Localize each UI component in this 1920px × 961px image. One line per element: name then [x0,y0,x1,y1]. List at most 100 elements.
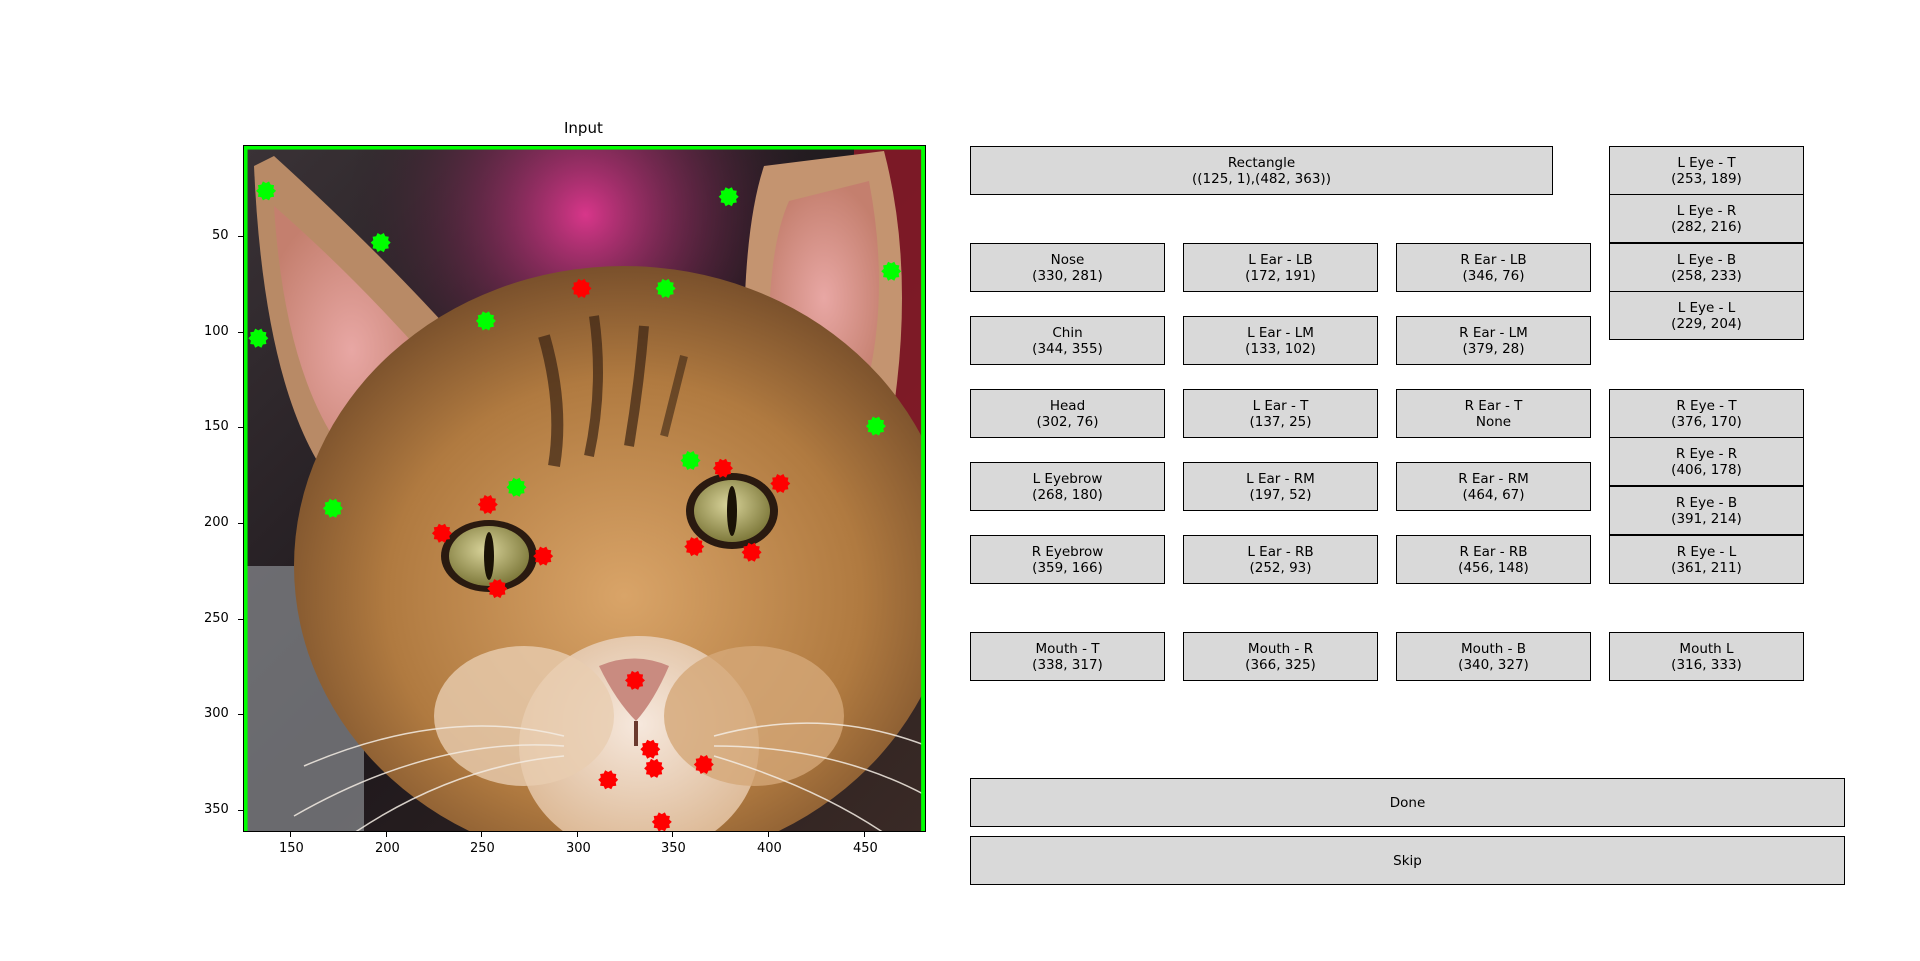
l-ear-rm-button[interactable]: L Ear - RM (197, 52) [1183,462,1378,511]
mouth-l-button[interactable]: Mouth L (316, 333) [1609,632,1804,681]
r-eyebrow-button-label: R Eyebrow [1031,543,1104,560]
l-eye-l-button-label: L Eye - L [1677,299,1736,316]
r-ear-rb-button-value: (456, 148) [1458,559,1529,576]
r-eye-b-button[interactable]: R Eye - B (391, 214) [1609,486,1804,535]
l-eye-b-button-value: (258, 233) [1671,267,1742,284]
r-ear-lm-button-label: R Ear - LM [1459,324,1528,341]
l-eye-l-button[interactable]: L Eye - L (229, 204) [1609,291,1804,340]
r-eye-l-button[interactable]: R Eye - L (361, 211) [1609,535,1804,584]
x-tickmark [768,832,769,837]
l-eye-t-button-value: (253, 189) [1671,170,1742,187]
y-tick-label: 200 [204,515,229,530]
nose-button-value: (330, 281) [1032,267,1103,284]
y-tickmark [238,236,243,237]
l-eye-b-button-label: L Eye - B [1676,251,1737,268]
r-ear-rm-button-value: (464, 67) [1462,486,1525,503]
l-eye-r-button-value: (282, 216) [1671,218,1742,235]
nose-button[interactable]: Nose (330, 281) [970,243,1165,292]
x-tick-label: 400 [757,841,782,856]
mouth-r-button[interactable]: Mouth - R (366, 325) [1183,632,1378,681]
mouth-t-button[interactable]: Mouth - T (338, 317) [970,632,1165,681]
l-ear-rm-button-label: L Ear - RM [1246,470,1315,487]
r-ear-t-button[interactable]: R Ear - T None [1396,389,1591,438]
done-button-label: Done [1389,794,1426,811]
l-ear-rm-button-value: (197, 52) [1249,486,1312,503]
skip-button[interactable]: Skip [970,836,1845,885]
y-tickmark [238,714,243,715]
l-eye-r-button-label: L Eye - R [1676,202,1737,219]
r-ear-rb-button[interactable]: R Ear - RB (456, 148) [1396,535,1591,584]
y-tickmark [238,810,243,811]
x-tick-label: 300 [566,841,591,856]
r-eye-b-button-value: (391, 214) [1671,510,1742,527]
l-ear-rb-button[interactable]: L Ear - RB (252, 93) [1183,535,1378,584]
x-tick-label: 250 [470,841,495,856]
nose-button-label: Nose [1050,251,1085,268]
r-eye-t-button[interactable]: R Eye - T (376, 170) [1609,389,1804,438]
image-plot-area[interactable] [243,145,926,832]
l-ear-lm-button-label: L Ear - LM [1247,324,1314,341]
r-eye-t-button-value: (376, 170) [1671,413,1742,430]
y-tick-label: 350 [204,802,229,817]
x-tick-label: 200 [375,841,400,856]
r-ear-t-button-label: R Ear - T [1464,397,1523,414]
l-eye-t-button-label: L Eye - T [1677,154,1736,171]
l-ear-lm-button[interactable]: L Ear - LM (133, 102) [1183,316,1378,365]
r-eye-r-button[interactable]: R Eye - R (406, 178) [1609,437,1804,486]
mouth-b-button[interactable]: Mouth - B (340, 327) [1396,632,1591,681]
rectangle-button[interactable]: Rectangle ((125, 1),(482, 363)) [970,146,1553,195]
mouth-l-button-label: Mouth L [1679,640,1734,657]
l-ear-lm-button-value: (133, 102) [1245,340,1316,357]
head-button-value: (302, 76) [1036,413,1099,430]
l-eye-t-button[interactable]: L Eye - T (253, 189) [1609,146,1804,195]
r-ear-t-button-value: None [1475,413,1512,430]
r-ear-lb-button[interactable]: R Ear - LB (346, 76) [1396,243,1591,292]
r-eye-l-button-label: R Eye - L [1676,543,1737,560]
l-eyebrow-button-value: (268, 180) [1032,486,1103,503]
x-tick-label: 450 [853,841,878,856]
r-ear-lm-button[interactable]: R Ear - LM (379, 28) [1396,316,1591,365]
mouth-r-button-label: Mouth - R [1247,640,1314,657]
done-button[interactable]: Done [970,778,1845,827]
x-tickmark [672,832,673,837]
r-eye-b-button-label: R Eye - B [1675,494,1738,511]
cat-photo [244,146,925,831]
chin-button-label: Chin [1052,324,1083,341]
r-ear-rb-button-label: R Ear - RB [1459,543,1528,560]
l-ear-t-button-label: L Ear - T [1252,397,1309,414]
r-ear-rm-button[interactable]: R Ear - RM (464, 67) [1396,462,1591,511]
l-eye-b-button[interactable]: L Eye - B (258, 233) [1609,243,1804,292]
l-eye-r-button[interactable]: L Eye - R (282, 216) [1609,194,1804,243]
x-tickmark [386,832,387,837]
chin-button-value: (344, 355) [1032,340,1103,357]
x-tickmark [864,832,865,837]
y-tick-label: 250 [204,611,229,626]
l-ear-lb-button-label: L Ear - LB [1248,251,1313,268]
x-tick-label: 150 [279,841,304,856]
y-tick-label: 300 [204,706,229,721]
r-ear-rm-button-label: R Ear - RM [1458,470,1529,487]
chin-button[interactable]: Chin (344, 355) [970,316,1165,365]
y-tickmark [238,523,243,524]
y-tickmark [238,332,243,333]
l-ear-t-button[interactable]: L Ear - T (137, 25) [1183,389,1378,438]
l-ear-rb-button-label: L Ear - RB [1247,543,1314,560]
r-eye-r-button-value: (406, 178) [1671,461,1742,478]
head-button-label: Head [1049,397,1086,414]
plot-title: Input [564,119,603,137]
r-eyebrow-button[interactable]: R Eyebrow (359, 166) [970,535,1165,584]
l-eyebrow-button[interactable]: L Eyebrow (268, 180) [970,462,1165,511]
head-button[interactable]: Head (302, 76) [970,389,1165,438]
x-tickmark [290,832,291,837]
r-ear-lm-button-value: (379, 28) [1462,340,1525,357]
mouth-t-button-value: (338, 317) [1032,656,1103,673]
l-ear-lb-button-value: (172, 191) [1245,267,1316,284]
l-ear-lb-button[interactable]: L Ear - LB (172, 191) [1183,243,1378,292]
r-eyebrow-button-value: (359, 166) [1032,559,1103,576]
mouth-b-button-value: (340, 327) [1458,656,1529,673]
r-ear-lb-button-value: (346, 76) [1462,267,1525,284]
x-tick-label: 350 [661,841,686,856]
rectangle-button-label: Rectangle [1227,154,1296,171]
l-ear-rb-button-value: (252, 93) [1249,559,1312,576]
r-ear-lb-button-label: R Ear - LB [1460,251,1527,268]
